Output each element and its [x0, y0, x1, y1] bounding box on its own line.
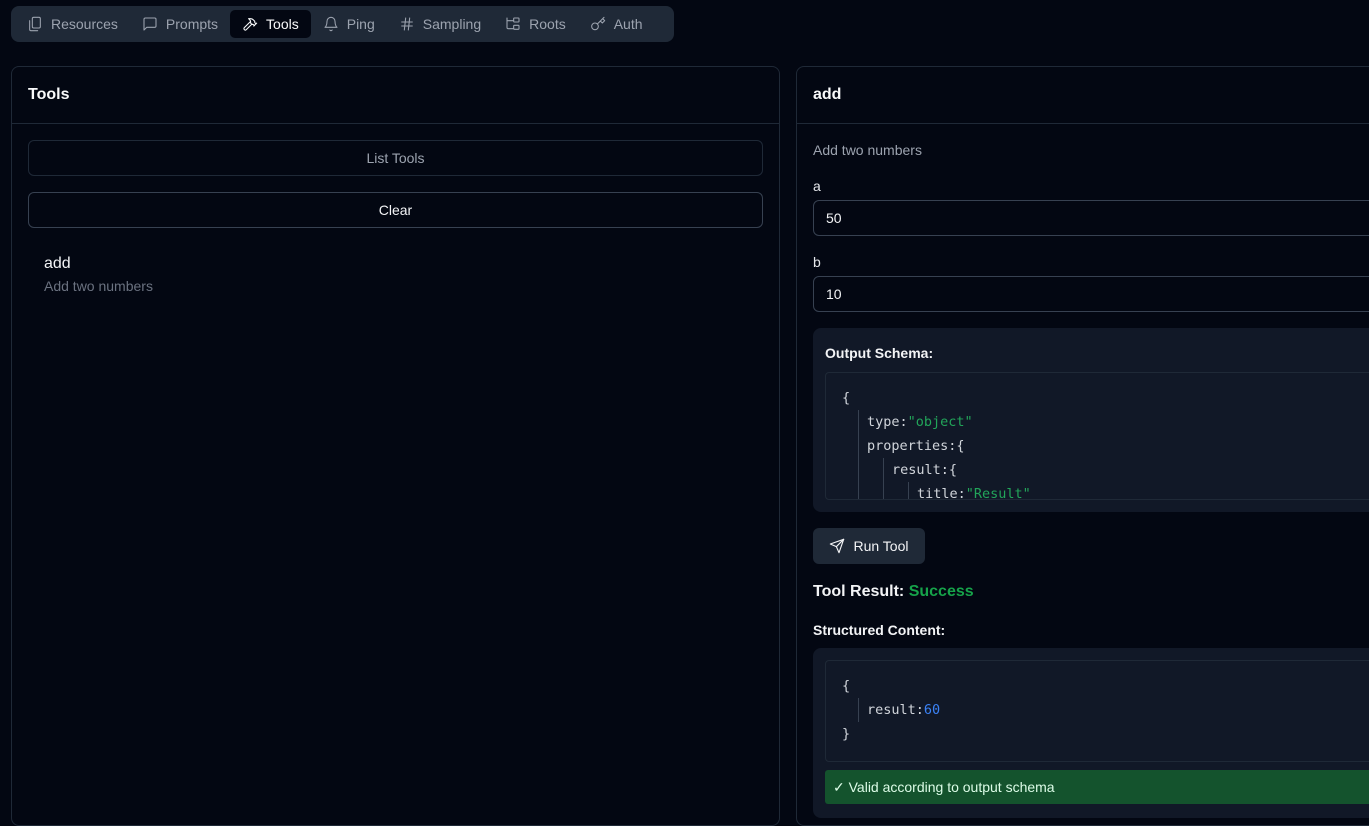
tab-resources[interactable]: Resources	[15, 10, 130, 38]
files-icon	[27, 16, 43, 32]
code-line: {	[842, 388, 850, 408]
send-icon	[830, 538, 845, 554]
main-tabs: Resources Prompts Tools Ping Sampling Ro…	[11, 6, 674, 42]
code-token: {	[842, 390, 851, 406]
input-a[interactable]	[813, 200, 1369, 236]
code-line: {	[842, 676, 850, 696]
structured-content-code[interactable]: { result:60 }	[825, 660, 1369, 762]
tool-name: add	[44, 255, 71, 272]
code-line: result:{	[892, 460, 957, 480]
tab-label: Sampling	[422, 16, 482, 32]
tab-prompts[interactable]: Prompts	[130, 10, 230, 38]
field-label-b: b	[813, 254, 821, 270]
hash-icon	[399, 16, 415, 32]
tab-label: Tools	[266, 16, 299, 32]
code-token: {	[948, 462, 958, 478]
run-tool-button[interactable]: Run Tool	[813, 528, 925, 564]
code-token: }	[842, 726, 851, 742]
tab-label: Auth	[613, 16, 643, 32]
tab-roots[interactable]: Roots	[493, 10, 578, 38]
tool-description: Add two numbers	[813, 142, 922, 158]
code-line: title:"Result"	[917, 484, 1031, 500]
indent-guide	[858, 698, 859, 722]
tool-result: Tool Result: Success	[813, 583, 974, 601]
tool-detail-panel: add Add two numbers a b Output Schema: {…	[796, 66, 1369, 826]
tab-label: Prompts	[165, 16, 219, 32]
indent-guide	[858, 410, 859, 499]
code-key: type:	[867, 414, 908, 430]
message-square-icon	[142, 16, 158, 32]
code-line: properties:{	[867, 436, 965, 456]
code-string: "object"	[907, 414, 973, 430]
tab-sampling[interactable]: Sampling	[387, 10, 493, 38]
code-key: properties:	[867, 438, 957, 454]
hammer-icon	[242, 16, 258, 32]
output-schema-code[interactable]: { type:"object" properties:{ result:{ ti…	[825, 372, 1369, 500]
code-key: result:	[867, 702, 924, 718]
run-tool-label: Run Tool	[853, 538, 909, 554]
tool-description: Add two numbers	[44, 278, 153, 294]
panel-title: Tools	[12, 67, 779, 124]
code-string: "Result"	[965, 486, 1031, 500]
tab-label: Resources	[51, 16, 118, 32]
input-b[interactable]	[813, 276, 1369, 312]
tool-result-label: Tool Result:	[813, 583, 905, 600]
code-key: result:	[892, 462, 949, 478]
tools-list-panel: Tools List Tools Clear add Add two numbe…	[11, 66, 780, 826]
code-key: title:	[917, 486, 966, 500]
tab-label: Ping	[346, 16, 375, 32]
field-label-a: a	[813, 178, 821, 194]
code-line: }	[842, 724, 850, 744]
code-line: result:60	[867, 700, 940, 720]
structured-content-title: Structured Content:	[813, 622, 946, 638]
code-number: 60	[923, 702, 941, 718]
output-schema-title: Output Schema:	[825, 345, 934, 361]
tab-auth[interactable]: Auth	[578, 10, 655, 38]
output-schema-section: Output Schema: { type:"object" propertie…	[813, 328, 1369, 512]
validation-message: ✓ Valid according to output schema	[825, 770, 1369, 804]
list-item[interactable]: add Add two numbers	[44, 255, 153, 294]
code-line: type:"object"	[867, 412, 973, 432]
tab-tools[interactable]: Tools	[230, 10, 311, 38]
tab-ping[interactable]: Ping	[311, 10, 387, 38]
status-badge: Success	[908, 583, 974, 600]
folder-tree-icon	[505, 16, 521, 32]
indent-guide	[908, 482, 909, 499]
panel-title: add	[797, 67, 1369, 124]
key-icon	[590, 16, 606, 32]
code-token: {	[842, 678, 851, 694]
indent-guide	[883, 458, 884, 499]
code-token: {	[956, 438, 965, 454]
clear-button[interactable]: Clear	[28, 192, 763, 228]
list-tools-button[interactable]: List Tools	[28, 140, 763, 176]
bell-icon	[323, 16, 339, 32]
structured-content-section: { result:60 } ✓ Valid according to outpu…	[813, 648, 1369, 818]
tab-label: Roots	[529, 16, 566, 32]
